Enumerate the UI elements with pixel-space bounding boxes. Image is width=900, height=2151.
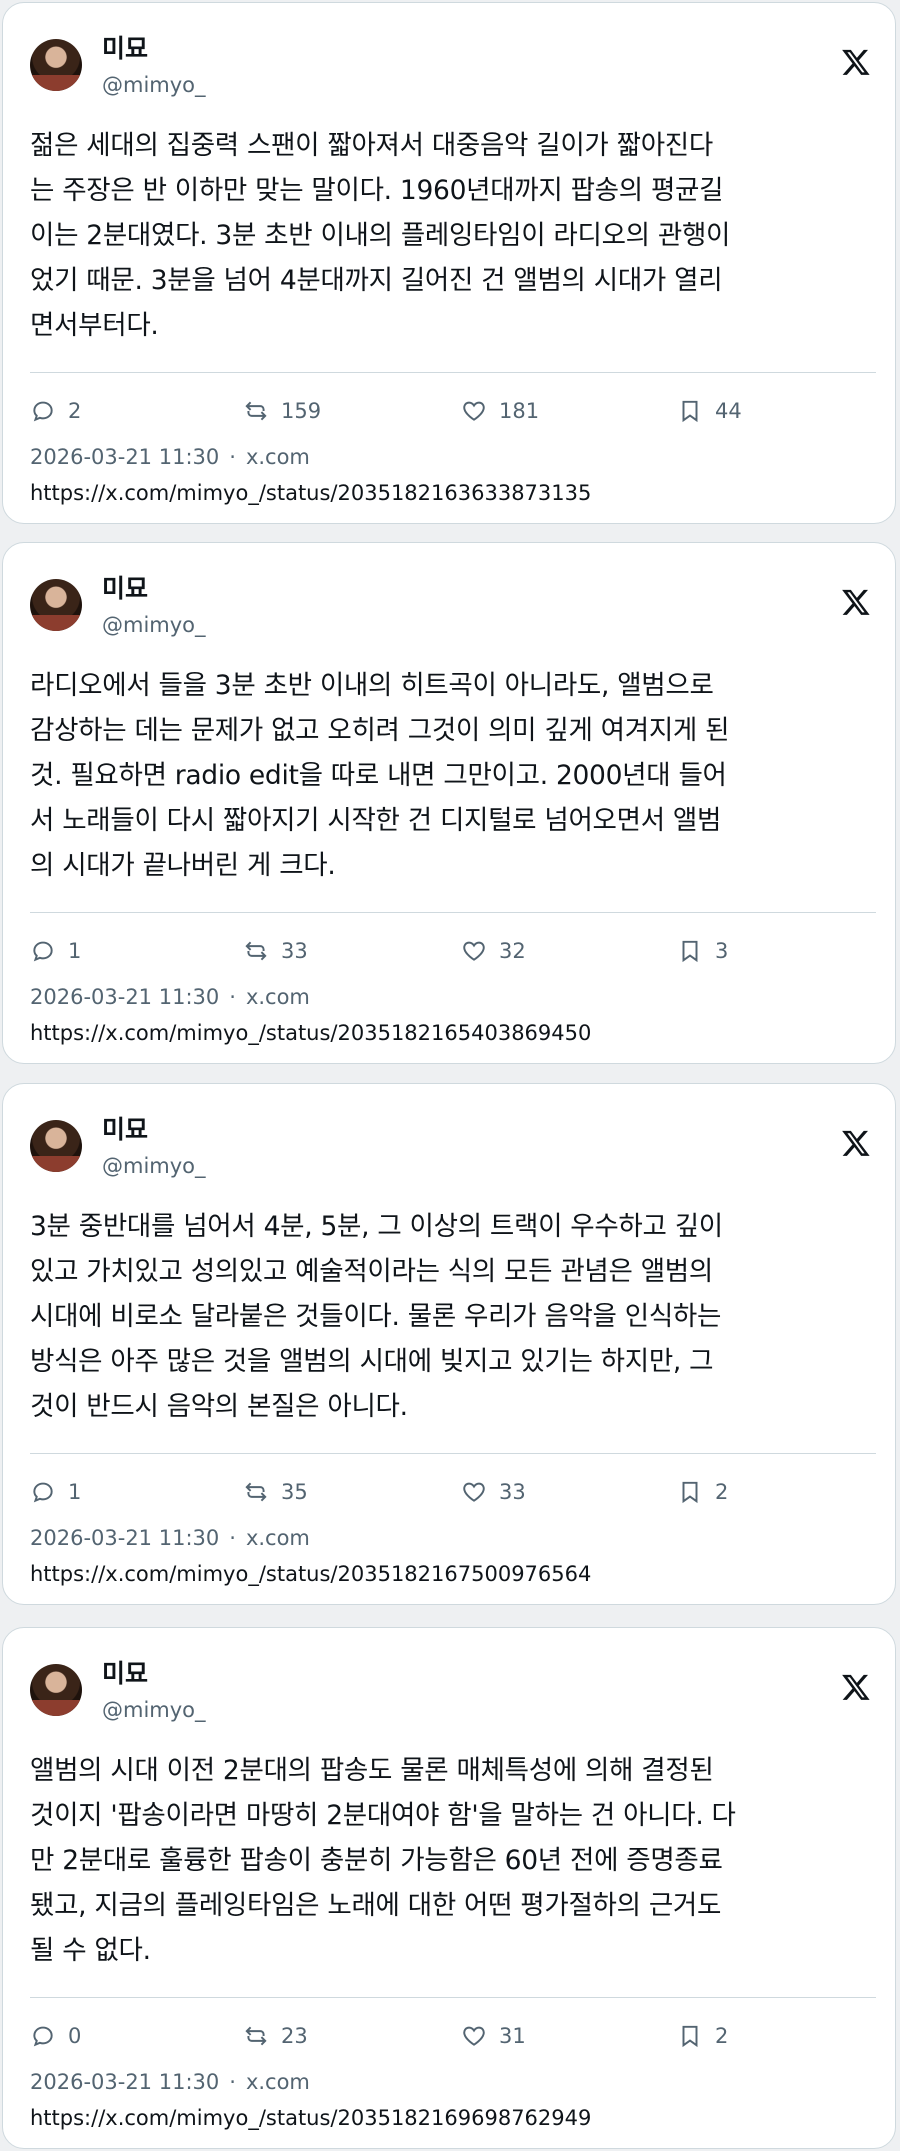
divider	[30, 1453, 876, 1454]
timestamp[interactable]: 2026-03-21 11:30	[30, 2070, 219, 2094]
repost-button[interactable]: 35	[243, 1477, 308, 1507]
reply-count: 1	[68, 939, 82, 963]
bookmark-icon	[682, 940, 698, 963]
heart-icon	[463, 401, 485, 421]
tweet-text: 젊은 세대의 집중력 스팬이 짧아져서 대중음악 길이가 짧아진다 는 주장은 …	[30, 130, 731, 341]
like-count: 33	[499, 1480, 526, 1504]
author-name[interactable]: 미묘	[102, 573, 148, 605]
tweet-url[interactable]: https://x.com/mimyo_/status/203518216363…	[30, 480, 591, 506]
tweet-meta: 2026-03-21 11:30 · x.com	[30, 1525, 310, 1551]
like-button[interactable]: 32	[461, 936, 526, 966]
author-name[interactable]: 미묘	[102, 1658, 148, 1690]
tweet-card[interactable]: 미묘 @mimyo_ 3분 중반대를 넘어서 4분, 5분, 그 이상의 트랙이…	[2, 1083, 896, 1605]
reply-button[interactable]: 2	[30, 396, 81, 426]
avatar[interactable]	[30, 39, 82, 91]
x-logo-icon[interactable]	[841, 47, 871, 77]
bookmark-count: 3	[715, 939, 729, 963]
separator-dot: ·	[229, 445, 236, 469]
author-handle[interactable]: @mimyo_	[102, 72, 206, 98]
repost-button[interactable]: 33	[243, 936, 308, 966]
repost-count: 33	[281, 939, 308, 963]
source: x.com	[245, 445, 310, 469]
tweet-card[interactable]: 미묘 @mimyo_ 앨범의 시대 이전 2분대의 팝송도 물론 매체특성에 의…	[2, 1627, 896, 2149]
bookmark-count: 44	[715, 399, 742, 423]
author-name[interactable]: 미묘	[102, 1114, 148, 1146]
reply-icon	[33, 1482, 53, 1503]
reply-icon	[33, 2026, 53, 2047]
x-logo-icon[interactable]	[841, 1128, 871, 1158]
reply-count: 0	[68, 2024, 82, 2048]
reply-icon	[33, 941, 53, 962]
like-button[interactable]: 181	[461, 396, 539, 426]
like-count: 32	[499, 939, 526, 963]
x-logo-icon[interactable]	[841, 1672, 871, 1702]
bookmark-button[interactable]: 44	[677, 396, 742, 426]
like-count: 181	[499, 399, 540, 423]
repost-icon	[245, 1482, 267, 1502]
tweet-card[interactable]: 미묘 @mimyo_ 라디오에서 들을 3분 초반 이내의 히트곡이 아니라도,…	[2, 542, 896, 1064]
source: x.com	[245, 2070, 310, 2094]
repost-count: 35	[281, 1480, 308, 1504]
divider	[30, 912, 876, 913]
reply-icon	[33, 401, 53, 422]
reply-count: 1	[68, 1480, 82, 1504]
bookmark-count: 2	[715, 2024, 729, 2048]
bookmark-button[interactable]: 2	[677, 2021, 728, 2051]
tweet-text: 앨범의 시대 이전 2분대의 팝송도 물론 매체특성에 의해 결정된 것이지 '…	[30, 1755, 736, 1966]
repost-count: 159	[281, 399, 322, 423]
author-handle[interactable]: @mimyo_	[102, 1697, 206, 1723]
tweet-meta: 2026-03-21 11:30 · x.com	[30, 444, 310, 470]
repost-icon	[245, 941, 267, 961]
reply-count: 2	[68, 399, 82, 423]
timestamp[interactable]: 2026-03-21 11:30	[30, 445, 219, 469]
author-handle[interactable]: @mimyo_	[102, 1153, 206, 1179]
source: x.com	[245, 1526, 310, 1550]
separator-dot: ·	[229, 2070, 236, 2094]
separator-dot: ·	[229, 985, 236, 1009]
heart-icon	[463, 941, 485, 961]
avatar[interactable]	[30, 579, 82, 631]
repost-icon	[245, 2026, 267, 2046]
like-button[interactable]: 31	[461, 2021, 526, 2051]
tweet-url[interactable]: https://x.com/mimyo_/status/203518216750…	[30, 1561, 591, 1587]
bookmark-button[interactable]: 2	[677, 1477, 728, 1507]
bookmark-button[interactable]: 3	[677, 936, 728, 966]
reply-button[interactable]: 1	[30, 936, 81, 966]
bookmark-icon	[682, 2025, 698, 2048]
tweet-card[interactable]: 미묘 @mimyo_ 젊은 세대의 집중력 스팬이 짧아져서 대중음악 길이가 …	[2, 2, 896, 524]
divider	[30, 1997, 876, 1998]
author-name[interactable]: 미묘	[102, 33, 148, 65]
tweet-meta: 2026-03-21 11:30 · x.com	[30, 984, 310, 1010]
avatar[interactable]	[30, 1664, 82, 1716]
repost-button[interactable]: 159	[243, 396, 321, 426]
x-logo-icon[interactable]	[841, 587, 871, 617]
bookmark-icon	[682, 400, 698, 423]
tweet-text: 라디오에서 들을 3분 초반 이내의 히트곡이 아니라도, 앨범으로 감상하는 …	[30, 670, 730, 881]
timestamp[interactable]: 2026-03-21 11:30	[30, 1526, 219, 1550]
like-count: 31	[499, 2024, 526, 2048]
repost-button[interactable]: 23	[243, 2021, 308, 2051]
divider	[30, 372, 876, 373]
separator-dot: ·	[229, 1526, 236, 1550]
repost-icon	[245, 401, 267, 421]
author-handle[interactable]: @mimyo_	[102, 612, 206, 638]
tweet-url[interactable]: https://x.com/mimyo_/status/203518216540…	[30, 1020, 591, 1046]
reply-button[interactable]: 0	[30, 2021, 81, 2051]
tweet-text: 3분 중반대를 넘어서 4분, 5분, 그 이상의 트랙이 우수하고 깊이 있고…	[30, 1211, 723, 1422]
like-button[interactable]: 33	[461, 1477, 526, 1507]
heart-icon	[463, 2026, 485, 2046]
tweet-url[interactable]: https://x.com/mimyo_/status/203518216969…	[30, 2105, 591, 2131]
bookmark-icon	[682, 1481, 698, 1504]
bookmark-count: 2	[715, 1480, 729, 1504]
repost-count: 23	[281, 2024, 308, 2048]
heart-icon	[463, 1482, 485, 1502]
timestamp[interactable]: 2026-03-21 11:30	[30, 985, 219, 1009]
reply-button[interactable]: 1	[30, 1477, 81, 1507]
source: x.com	[245, 985, 310, 1009]
avatar[interactable]	[30, 1120, 82, 1172]
tweet-meta: 2026-03-21 11:30 · x.com	[30, 2069, 310, 2095]
